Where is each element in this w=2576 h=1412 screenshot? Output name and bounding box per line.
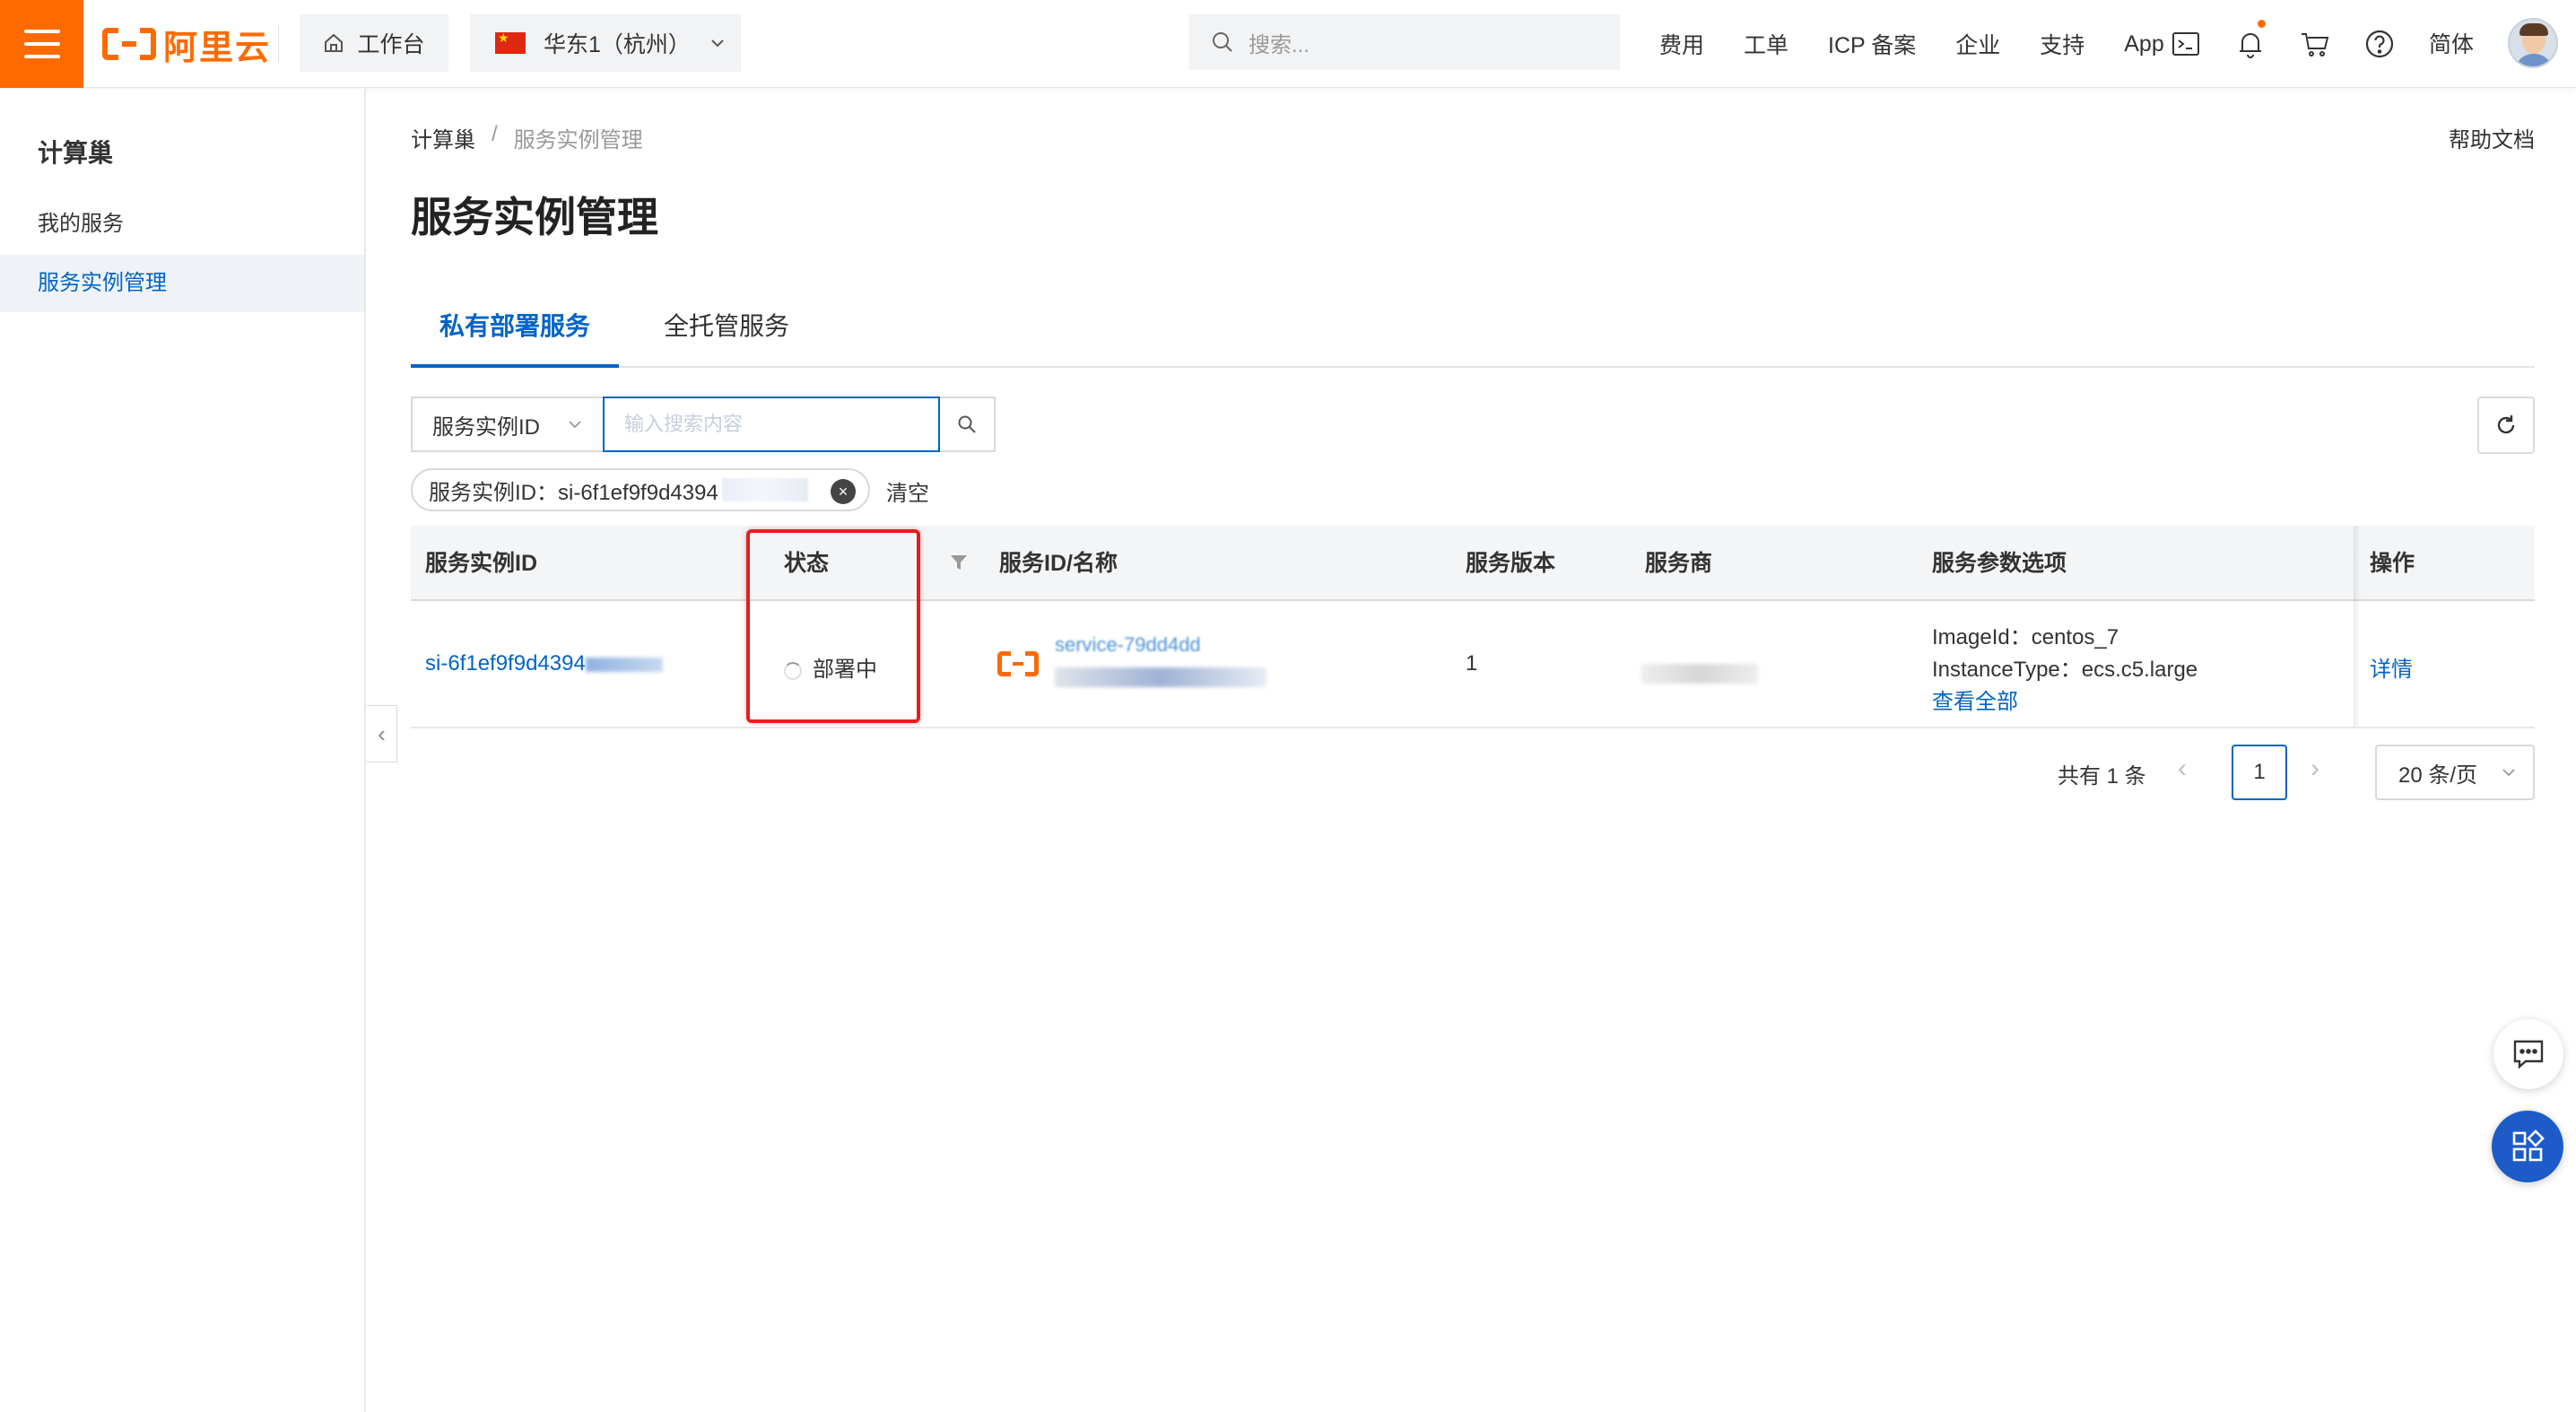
tab-bar: 私有部署服务 全托管服务 [411,296,2535,368]
bell-icon[interactable] [2233,20,2267,61]
param-image-id: ImageId：centos_7 [1932,625,2119,649]
link-enterprise[interactable]: 企业 [1955,28,2000,60]
china-flag-icon [495,31,526,54]
help-docs-link[interactable]: 帮助文档 [2449,122,2535,153]
link-billing[interactable]: 费用 [1659,28,1704,60]
region-selector[interactable]: 华东1（杭州） [470,14,741,72]
status-cell: 部署中 [784,651,877,683]
nav-divider [278,25,279,63]
breadcrumb-separator: / [492,122,498,146]
table-header: 服务实例ID 状态 服务ID/名称 服务版本 服务商 服务参数选项 操作 [411,526,2535,601]
clear-filters-link[interactable]: 清空 [886,475,929,507]
sidebar: 计算巢 我的服务 服务实例管理 [0,89,366,1412]
hamburger-menu-icon[interactable] [0,0,83,88]
sidebar-collapse-chevron-left-icon[interactable]: ‹ [367,705,397,763]
language-switch[interactable]: 简体 [2429,27,2474,59]
instance-id-text: si-6f1ef9f9d4394 [425,651,586,675]
breadcrumb: 计算巢 / 服务实例管理 [411,122,643,153]
next-page-chevron-right-icon[interactable]: › [2311,754,2319,784]
col-provider: 服务商 [1645,551,1713,576]
region-label: 华东1（杭州） [544,32,691,57]
home-icon [325,33,344,52]
link-app[interactable]: App [2124,31,2163,57]
link-icp[interactable]: ICP 备案 [1828,28,1916,60]
param-instance-type: InstanceType：ecs.c5.large [1932,658,2198,682]
help-icon[interactable] [2363,27,2397,61]
current-page-button[interactable]: 1 [2232,745,2287,800]
status-label: 部署中 [813,658,877,682]
workbench-button[interactable]: 工作台 [300,14,448,72]
breadcrumb-root[interactable]: 计算巢 [411,122,475,153]
refresh-button[interactable] [2477,397,2535,454]
aliyun-logo-mark-icon [102,28,156,60]
close-icon[interactable]: × [831,479,856,504]
page-size-select[interactable]: 20 条/页 [2375,745,2535,800]
breadcrumb-current: 服务实例管理 [513,128,643,153]
service-logo-icon [997,651,1039,676]
filter-search-input[interactable]: 输入搜索内容 [603,397,940,452]
fixed-column-shadow [2354,526,2361,727]
cart-icon[interactable] [2298,27,2332,61]
chevron-down-icon [569,421,581,429]
filter-funnel-icon[interactable] [949,553,969,572]
sidebar-item-my-services[interactable]: 我的服务 [0,196,364,253]
redacted-service-name [1055,667,1266,687]
search-icon [1213,32,1232,52]
chevron-down-icon [711,39,724,48]
service-id-link[interactable]: service-79dd4dd [1055,633,1201,657]
sidebar-item-instance-management[interactable]: 服务实例管理 [0,255,364,312]
col-actions: 操作 [2370,551,2415,576]
service-version: 1 [1466,651,1478,675]
top-navigation: 阿里云 工作台 华东1（杭州） 搜索... 费用 工单 ICP 备案 企业 支持… [0,0,2576,88]
instance-id-link[interactable]: si-6f1ef9f9d4394 [425,651,663,676]
apps-grid-icon[interactable] [2492,1111,2563,1182]
table-row: si-6f1ef9f9d4394 部署中 service-79dd4dd 1 I… [411,601,2535,728]
redacted-provider [1641,664,1758,684]
tab-fully-managed[interactable]: 全托管服务 [646,296,807,368]
search-icon [958,415,976,433]
global-search-input[interactable]: 搜索... [1189,14,1620,70]
view-all-params-link[interactable]: 查看全部 [1932,684,2018,715]
col-status: 状态 [784,551,830,576]
col-service-version: 服务版本 [1466,551,1556,576]
filter-tag-label: 服务实例ID：si-6f1ef9f9d4394 [429,480,718,505]
sidebar-title: 计算巢 [38,139,114,167]
link-ticket[interactable]: 工单 [1744,28,1788,60]
chevron-down-icon [2502,769,2515,777]
filter-field-label: 服务实例ID [432,414,540,440]
redacted-text [721,478,808,501]
active-filter-tag: 服务实例ID：si-6f1ef9f9d4394 × [411,468,870,511]
logo-text: 阿里云 [163,29,272,67]
prev-page-chevron-left-icon[interactable]: ‹ [2178,754,2187,784]
loading-spinner-icon [784,661,802,680]
notification-dot [2258,20,2266,28]
terminal-icon[interactable] [2169,27,2203,61]
top-links: 费用 工单 ICP 备案 企业 支持 App [1659,0,2204,88]
pagination-total: 共有 1 条 [2058,764,2146,789]
col-instance-id: 服务实例ID [425,551,538,576]
link-support[interactable]: 支持 [2040,28,2084,60]
workbench-label: 工作台 [357,32,425,57]
chat-icon[interactable] [2493,1019,2563,1089]
details-link[interactable]: 详情 [2370,651,2413,683]
page-size-label: 20 条/页 [2398,763,2478,788]
redacted-text [585,658,663,672]
tab-private-deployment[interactable]: 私有部署服务 [411,296,619,368]
filter-field-select[interactable]: 服务实例ID [411,397,603,452]
refresh-icon [2497,415,2515,434]
filter-search-button[interactable] [940,397,996,452]
search-placeholder: 搜索... [1249,32,1310,57]
user-avatar[interactable] [2508,18,2558,68]
col-service-id-name: 服务ID/名称 [999,551,1118,576]
aliyun-logo[interactable]: 阿里云 [102,23,271,67]
col-params: 服务参数选项 [1932,551,2067,576]
page-title: 服务实例管理 [411,194,658,240]
